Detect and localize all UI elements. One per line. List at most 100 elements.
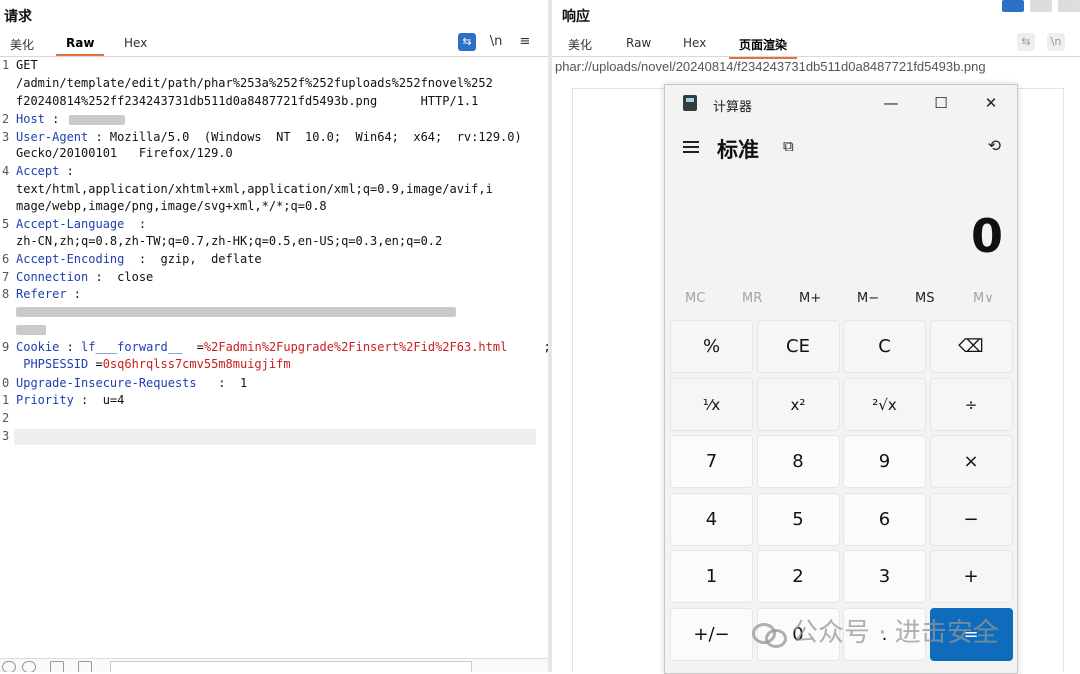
layout-tabs-icon[interactable] (1058, 0, 1080, 12)
digit-8-button[interactable]: 8 (756, 435, 840, 488)
memory-add-button[interactable]: M+ (799, 291, 821, 306)
menu-icon[interactable]: ≡ (516, 33, 534, 51)
line-number: 1 (2, 58, 10, 72)
tab-hex[interactable]: Hex (124, 36, 147, 50)
divide-button[interactable]: ÷ (929, 377, 1013, 431)
newline-toggle-icon[interactable]: \n (487, 33, 505, 51)
memory-recall-button[interactable]: MR (742, 291, 762, 306)
header-name: Accept-Encoding (16, 252, 125, 266)
code-text: f20240814%252ff234243731db511d0a8487721f… (16, 94, 479, 108)
forward-icon[interactable] (78, 661, 92, 672)
reciprocal-button[interactable]: ⅟x (670, 377, 753, 431)
digit-9-button[interactable]: 9 (843, 435, 926, 488)
header-name: Accept-Language (16, 217, 125, 231)
settings-icon[interactable] (22, 661, 36, 672)
square-root-label: ²√x (872, 395, 897, 414)
tab-render[interactable]: 页面渲染 (728, 36, 798, 59)
newline-toggle-icon[interactable]: \n (1047, 33, 1065, 51)
backspace-label: ⌫ (958, 336, 984, 357)
layout-horizontal-icon[interactable] (1030, 0, 1052, 12)
multiply-button[interactable]: × (929, 435, 1013, 488)
header-name: Upgrade-Insecure-Requests (16, 376, 197, 390)
line-number: 2 (2, 411, 10, 425)
tab-raw[interactable]: Raw (626, 36, 651, 50)
memory-store-button[interactable]: MS (915, 291, 934, 306)
back-icon[interactable] (50, 661, 64, 672)
request-editor[interactable]: 1 GET/admin/template/edit/path/phar%253a%… (0, 58, 548, 658)
search-bar (0, 658, 548, 672)
tab-hex[interactable]: Hex (683, 36, 706, 50)
header-name: PHPSESSID (16, 357, 89, 371)
code-line: /admin/template/edit/path/phar%253a%252f… (16, 76, 493, 90)
add-button[interactable]: + (929, 550, 1013, 603)
calculator-titlebar[interactable]: 计算器 — ☐ ✕ (665, 85, 1017, 121)
digit-1-button[interactable]: 1 (670, 550, 753, 603)
watermark-text: 公众号 · 进击安全 (792, 618, 999, 648)
redacted-value (16, 306, 456, 317)
digit-4-button[interactable]: 4 (670, 492, 753, 546)
digit-3-button[interactable]: 3 (843, 550, 926, 603)
percent-button[interactable]: % (670, 320, 753, 373)
percent-label: % (702, 336, 721, 357)
subtract-button[interactable]: − (929, 492, 1013, 546)
digit-1-label: 1 (705, 566, 718, 587)
digit-2-button[interactable]: 2 (756, 550, 840, 603)
header-name: Host (16, 112, 45, 126)
current-line-highlight (14, 429, 536, 445)
digit-6-button[interactable]: 6 (843, 492, 926, 546)
code-text: : (124, 217, 147, 231)
memory-subtract-button[interactable]: M− (857, 291, 879, 306)
code-line (16, 304, 456, 318)
line-number: 3 (2, 429, 10, 443)
code-line: text/html,application/xhtml+xml,applicat… (16, 182, 493, 196)
calculator-app-icon (683, 95, 697, 111)
close-button[interactable]: ✕ (981, 93, 1001, 113)
line-number: 5 (2, 217, 10, 231)
square-root-button[interactable]: ²√x (843, 377, 926, 431)
wrap-lines-icon[interactable]: ⇆ (1017, 33, 1035, 51)
backspace-button[interactable]: ⌫ (929, 320, 1013, 373)
history-icon[interactable]: ⟲ (988, 136, 1001, 155)
memory-clear-button[interactable]: MC (685, 291, 705, 306)
minimize-button[interactable]: — (881, 93, 901, 113)
calculator-display: 0 (970, 209, 1003, 263)
tab-pretty[interactable]: 美化 (568, 36, 592, 53)
line-number: 6 (2, 252, 10, 266)
clear-button[interactable]: C (843, 320, 926, 373)
keep-on-top-icon[interactable]: ⧉ (783, 137, 794, 155)
calculator-header: 标准 ⧉ ⟲ (665, 131, 1017, 163)
help-icon[interactable] (2, 661, 16, 672)
code-text: : (44, 112, 67, 126)
digit-5-button[interactable]: 5 (756, 492, 840, 546)
digit-4-label: 4 (705, 508, 718, 530)
digit-8-label: 8 (792, 451, 804, 472)
code-line: zh-CN,zh;q=0.8,zh-TW;q=0.7,zh-HK;q=0.5,e… (16, 234, 442, 248)
code-line: Accept-Encoding : gzip, deflate (16, 252, 262, 266)
memory-list-button[interactable]: M∨ (973, 291, 994, 306)
tab-raw[interactable]: Raw (55, 36, 106, 56)
digit-7-button[interactable]: 7 (670, 435, 753, 488)
maximize-button[interactable]: ☐ (931, 93, 951, 113)
add-label: + (963, 566, 979, 587)
reciprocal-label: ⅟x (702, 395, 721, 414)
line-number: 4 (2, 164, 10, 178)
wechat-icon (752, 621, 788, 648)
negate-button[interactable]: +/− (670, 607, 753, 661)
code-text: GET (16, 58, 38, 72)
clear-entry-button[interactable]: CE (756, 320, 840, 373)
hamburger-menu-icon[interactable] (683, 141, 699, 153)
digit-5-label: 5 (792, 508, 804, 530)
request-pane: 请求 美化 Raw Hex ⇆ \n ≡ 1 GET/admin/template… (0, 0, 548, 672)
digit-9-label: 9 (878, 451, 891, 472)
calculator-window[interactable]: 计算器 — ☐ ✕ 标准 ⧉ ⟲ 0 MC MR M+ M− MS M∨ % CE C ⌫ ⅟x x… (664, 84, 1018, 674)
wrap-lines-icon[interactable]: ⇆ (458, 33, 476, 51)
code-line: PHPSESSID =0sq6hrqlss7cmv55m8muigjifm (16, 357, 291, 371)
clear-label: C (878, 336, 891, 357)
layout-split-icon[interactable] (1002, 0, 1024, 12)
digit-2-label: 2 (792, 566, 804, 587)
header-name: Referer (16, 287, 67, 301)
tab-pretty[interactable]: 美化 (10, 36, 34, 53)
square-button[interactable]: x² (756, 377, 840, 431)
header-value: 0sq6hrqlss7cmv55m8muigjifm (102, 357, 291, 371)
search-input[interactable] (110, 661, 472, 672)
